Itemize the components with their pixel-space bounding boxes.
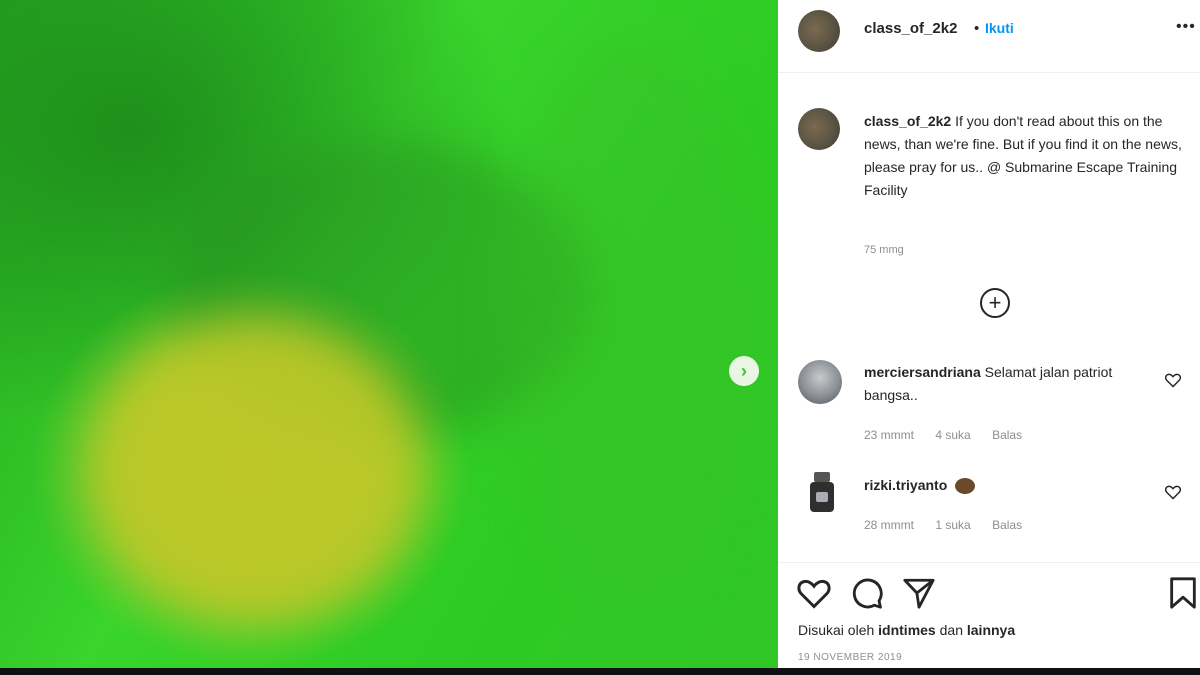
media-highlight [500, 40, 760, 600]
comment-reply-button[interactable]: Balas [992, 428, 1022, 442]
heart-icon[interactable] [796, 576, 832, 610]
next-media-button[interactable]: › [729, 356, 759, 386]
actions-divider [778, 562, 1200, 563]
comment-reply-button[interactable]: Balas [992, 518, 1022, 532]
comment-meta: 28 mmmt 1 suka Balas [864, 518, 1040, 532]
avatar[interactable] [798, 10, 840, 52]
comment-time: 23 mmmt [864, 428, 915, 442]
caption-time: 75 mmg [864, 244, 904, 256]
send-icon[interactable] [902, 576, 936, 610]
liked-mid: dan [939, 622, 963, 638]
comment-icon[interactable] [850, 576, 884, 610]
media-yellow-shape [90, 320, 420, 620]
comment-item: rizki.triyanto [864, 474, 1154, 497]
post-date: 19 NOVEMBER 2019 [798, 652, 903, 663]
plus-icon: + [988, 290, 1002, 315]
post-media[interactable]: › [0, 0, 778, 668]
chevron-right-icon: › [741, 360, 747, 381]
comment-time: 28 mmmt [864, 518, 915, 532]
comment-likes[interactable]: 1 suka [935, 518, 970, 532]
caption-username[interactable]: class_of_2k2 [864, 113, 951, 129]
follow-button[interactable]: Ikuti [985, 20, 1014, 36]
liked-prefix: Disukai oleh [798, 622, 875, 638]
comment-username[interactable]: merciersandriana [864, 364, 981, 380]
bookmark-icon[interactable] [1168, 576, 1198, 610]
caption-avatar[interactable] [798, 108, 840, 150]
comment-like-heart-icon[interactable] [1164, 484, 1182, 500]
comment-meta: 23 mmmt 4 suka Balas [864, 428, 1040, 442]
emoji-icon [955, 478, 976, 495]
liked-others-link[interactable]: lainnya [967, 622, 1015, 638]
post-author-username[interactable]: class_of_2k2 [864, 20, 957, 37]
comment-like-heart-icon[interactable] [1164, 372, 1182, 388]
comment-likes[interactable]: 4 suka [935, 428, 970, 442]
liked-user-link[interactable]: idntimes [878, 622, 936, 638]
comment-item: merciersandriana Selamat jalan patriot b… [864, 361, 1154, 407]
liked-by-text: Disukai oleh idntimes dan lainnya [798, 622, 1015, 638]
comment-avatar[interactable] [798, 360, 842, 404]
action-bar [796, 576, 1196, 612]
more-options-icon[interactable]: ••• [1176, 18, 1196, 36]
load-more-comments-button[interactable]: + [980, 288, 1010, 318]
header-divider [778, 72, 1200, 73]
comment-avatar[interactable] [802, 470, 842, 516]
separator-dot: • [974, 20, 980, 37]
post-caption: class_of_2k2 If you don't read about thi… [864, 110, 1184, 202]
post-side-panel: class_of_2k2 • Ikuti ••• class_of_2k2 If… [778, 0, 1200, 668]
bottom-edge [0, 668, 1200, 675]
comment-username[interactable]: rizki.triyanto [864, 477, 947, 493]
